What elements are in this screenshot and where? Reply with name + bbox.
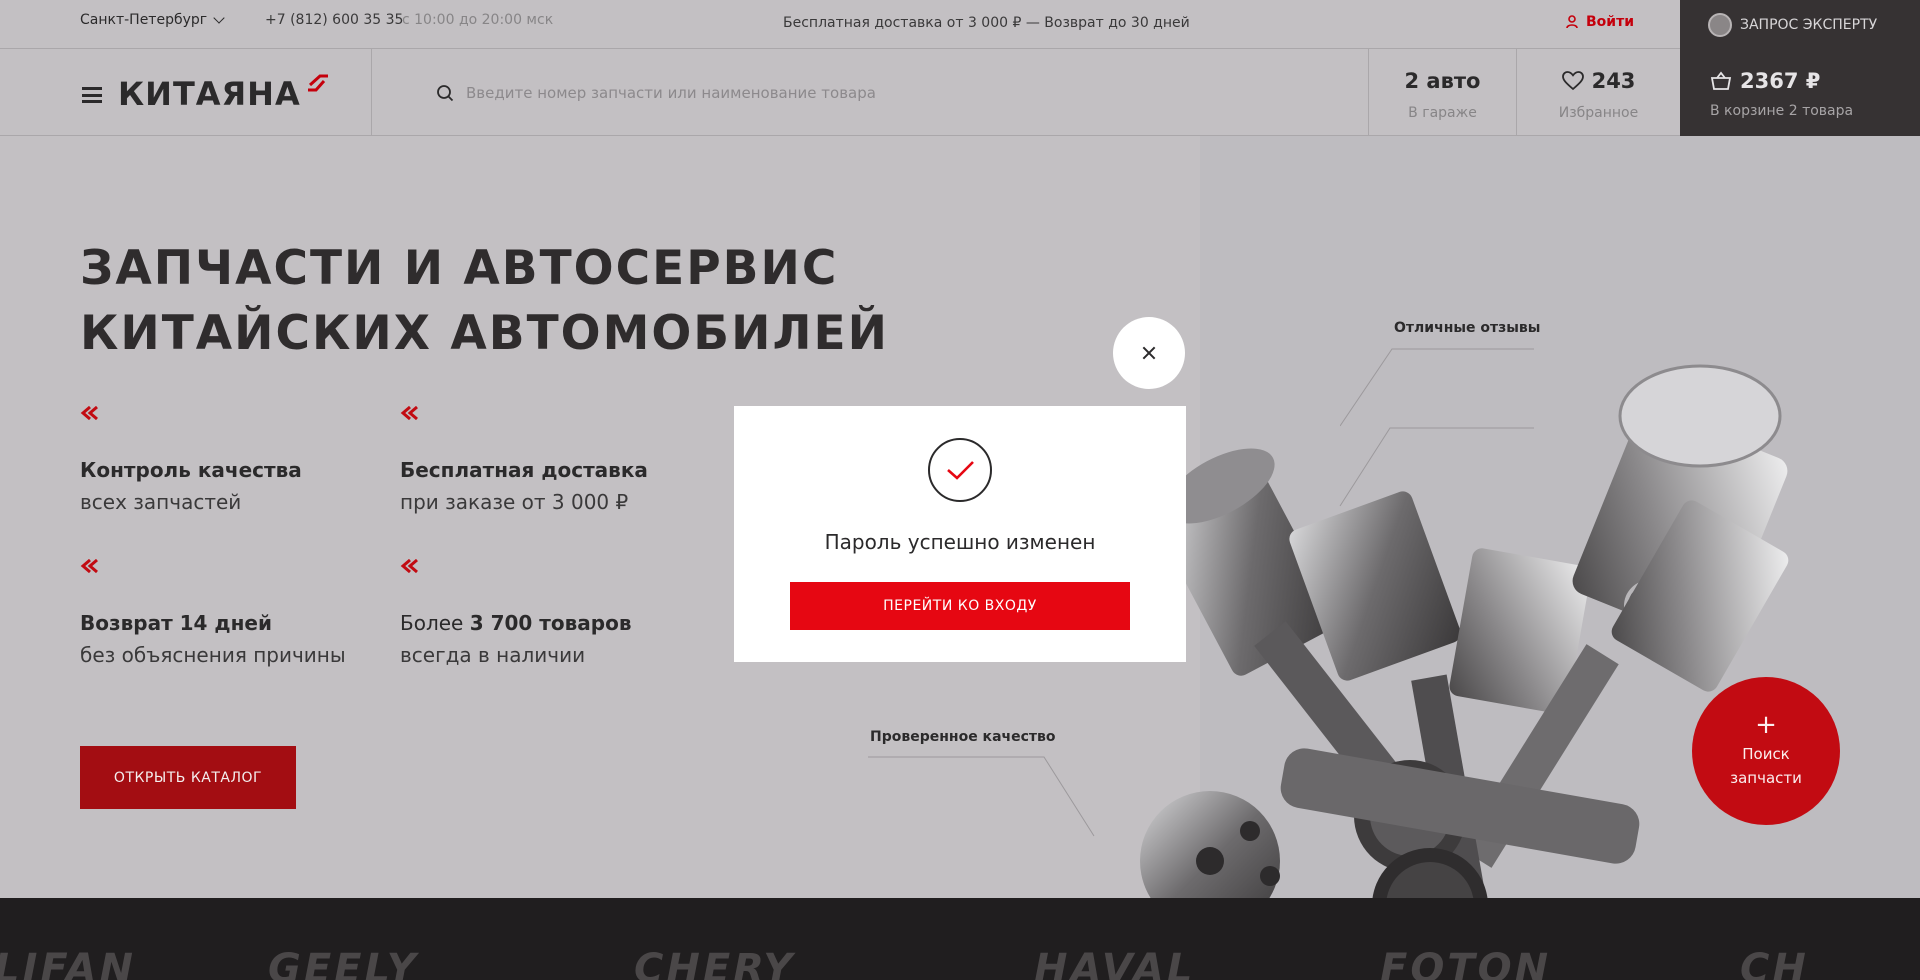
feature-subtitle: без объяснения причины	[80, 643, 346, 667]
favorites-button[interactable]: 243 Избранное	[1517, 49, 1680, 136]
phone-link[interactable]: +7 (812) 600 35 35	[265, 12, 403, 28]
expert-avatar	[1708, 12, 1732, 37]
feature-title-prefix: Более	[400, 611, 470, 635]
brand-logo[interactable]: GEELY	[268, 946, 419, 980]
go-to-login-button[interactable]: ПЕРЕЙТИ КО ВХОДУ	[790, 582, 1130, 630]
brand-logo[interactable]: FOTON	[1380, 946, 1551, 980]
brand-logo[interactable]: LIFAN	[0, 946, 136, 980]
open-catalog-button[interactable]: ОТКРЫТЬ КАТАЛОГ	[80, 746, 296, 809]
expert-request-button[interactable]: ЗАПРОС ЭКСПЕРТУ	[1680, 0, 1920, 49]
feature-title: Возврат 14 дней	[80, 611, 272, 635]
top-bar: Санкт-Петербург +7 (812) 600 35 35 с 10:…	[0, 0, 1920, 49]
callout-line	[1340, 348, 1534, 427]
city-selector[interactable]: Санкт-Петербург	[80, 12, 225, 28]
password-changed-modal: Пароль успешно изменен ПЕРЕЙТИ КО ВХОДУ	[734, 406, 1186, 662]
delivery-info: Бесплатная доставка от 3 000 ₽ — Возврат…	[783, 15, 1190, 31]
brand-logo[interactable]: CH	[1740, 946, 1809, 980]
feature-subtitle: при заказе от 3 000 ₽	[400, 490, 629, 514]
expert-label: ЗАПРОС ЭКСПЕРТУ	[1740, 16, 1878, 33]
search-bar[interactable]	[372, 49, 1368, 136]
feature-title: Контроль качества	[80, 458, 302, 482]
feature-quality: Контроль качества всех запчастей	[80, 405, 380, 514]
favorites-label: Избранное	[1558, 105, 1639, 121]
close-modal-button[interactable]	[1113, 317, 1185, 389]
logo-area: КИТАЯНА	[0, 49, 372, 136]
chevron-left-icon	[80, 405, 98, 421]
chevron-left-icon	[400, 405, 418, 421]
brand-logo[interactable]: CHERY	[634, 946, 795, 980]
feature-delivery: Бесплатная доставка при заказе от 3 000 …	[400, 405, 700, 514]
search-parts-label-1: Поиск	[1742, 745, 1790, 763]
cart-button[interactable]: 2367 ₽ В корзине 2 товара	[1680, 49, 1920, 136]
city-label: Санкт-Петербург	[80, 12, 208, 28]
cart-total: 2367 ₽	[1740, 69, 1821, 93]
feature-title: Бесплатная доставка	[400, 458, 648, 482]
feature-stock: Более 3 700 товаров всегда в наличии	[400, 558, 700, 667]
heart-icon	[1561, 71, 1584, 91]
modal-title: Пароль успешно изменен	[824, 530, 1096, 554]
user-icon	[1566, 15, 1578, 29]
callout-line	[868, 756, 1095, 837]
logo[interactable]: КИТАЯНА	[118, 75, 301, 113]
hero-title-line2: КИТАЙСКИХ АВТОМОБИЛЕЙ	[80, 306, 889, 361]
callout-quality: Проверенное качество	[870, 729, 1056, 745]
hero-title: ЗАПЧАСТИ И АВТОСЕРВИС КИТАЙСКИХ АВТОМОБИ…	[80, 236, 889, 366]
feature-return: Возврат 14 дней без объяснения причины	[80, 558, 380, 667]
logo-arrows-icon	[308, 74, 328, 92]
chevron-down-icon	[213, 12, 225, 24]
menu-icon[interactable]	[82, 87, 102, 103]
feature-title: 3 700 товаров	[469, 611, 632, 635]
login-button[interactable]: Войти	[1566, 14, 1634, 30]
search-input[interactable]	[466, 83, 1266, 102]
working-hours: с 10:00 до 20:00 мск	[402, 12, 554, 28]
callout-reviews: Отличные отзывы	[1394, 320, 1541, 336]
garage-label: В гараже	[1408, 105, 1477, 121]
brand-logo[interactable]: HAVAL	[1034, 946, 1195, 980]
chevron-left-icon	[400, 558, 418, 574]
feature-subtitle: всех запчастей	[80, 490, 242, 514]
hero-title-line1: ЗАПЧАСТИ И АВТОСЕРВИС	[80, 241, 839, 296]
garage-count: 2 авто	[1404, 69, 1481, 93]
feature-subtitle: всегда в наличии	[400, 643, 586, 667]
header: КИТАЯНА 2 авто В гараже 243 Избранное 23…	[0, 49, 1920, 136]
cart-label: В корзине 2 товара	[1710, 103, 1854, 119]
search-parts-button[interactable]: + Поиск запчасти	[1692, 677, 1840, 825]
basket-icon	[1710, 71, 1732, 90]
search-icon	[437, 84, 454, 101]
success-check-icon	[928, 438, 992, 502]
garage-button[interactable]: 2 авто В гараже	[1368, 49, 1517, 136]
login-label: Войти	[1586, 14, 1635, 30]
search-parts-label-2: запчасти	[1730, 769, 1802, 787]
plus-icon: +	[1755, 710, 1777, 740]
chevron-left-icon	[80, 558, 98, 574]
favorites-count: 243	[1591, 69, 1636, 93]
brands-strip: LIFAN GEELY CHERY HAVAL FOTON CH	[0, 898, 1920, 980]
